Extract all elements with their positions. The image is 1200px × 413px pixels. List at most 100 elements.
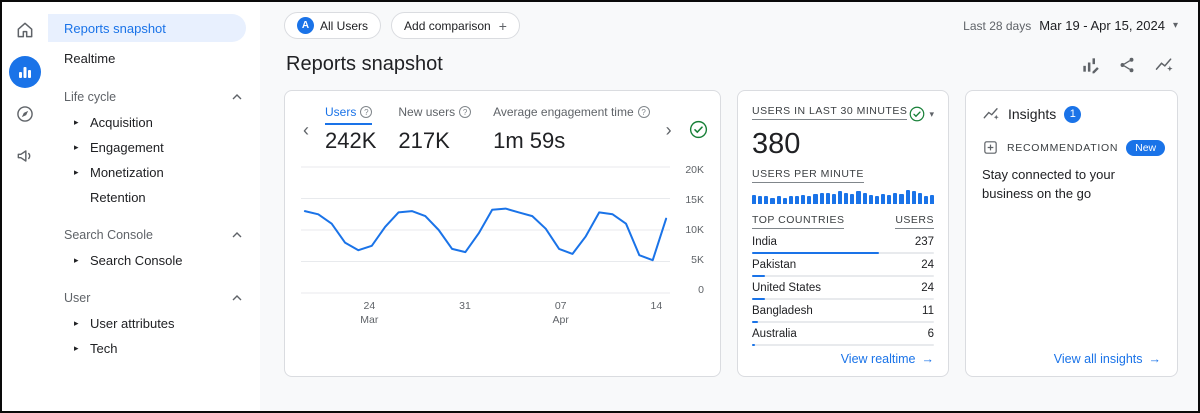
country-row-india[interactable]: India237: [752, 231, 934, 254]
plus-icon: +: [499, 18, 507, 34]
line-chart-plot[interactable]: [301, 164, 670, 296]
realtime-header: USERS IN LAST 30 MINUTES ▾: [752, 105, 934, 123]
expand-arrow-icon[interactable]: ▸: [74, 318, 79, 329]
users-per-minute-bar-chart[interactable]: [752, 190, 934, 204]
per-minute-bar: [887, 195, 891, 204]
users-line-chart: 20K15K10K5K0: [301, 164, 704, 296]
insights-spark-icon: [982, 105, 1000, 123]
metric-selector: ‹ Users ? 242K New users ?: [301, 105, 704, 154]
add-comparison-button[interactable]: Add comparison +: [391, 12, 520, 39]
recommendation-icon: [982, 139, 999, 156]
metric-value: 1m 59s: [493, 128, 650, 154]
data-quality-icon[interactable]: [688, 119, 709, 140]
sidebar-section-life-cycle[interactable]: Life cycle: [48, 78, 260, 110]
per-minute-bar: [764, 196, 768, 204]
date-range-value: Mar 19 - Apr 15, 2024: [1039, 18, 1165, 33]
countries-table-header: TOP COUNTRIES USERS: [752, 214, 934, 229]
per-minute-bar: [863, 193, 867, 204]
explore-icon[interactable]: [9, 98, 41, 130]
per-minute-bar: [801, 195, 805, 204]
sidebar-item-reports-snapshot[interactable]: Reports snapshot: [48, 14, 246, 42]
expand-arrow-icon[interactable]: ▸: [74, 343, 79, 354]
audience-chip-label: All Users: [320, 19, 368, 33]
metric-tab-users[interactable]: Users ? 242K: [325, 105, 376, 154]
check-circle-icon: [908, 105, 926, 123]
home-icon[interactable]: [9, 14, 41, 46]
overview-metrics-card: ‹ Users ? 242K New users ?: [284, 90, 721, 377]
sidebar-section-user[interactable]: User: [48, 279, 260, 311]
sidebar-item-monetization[interactable]: ▸Monetization: [48, 160, 260, 185]
sidebar-top-items: Reports snapshotRealtime: [48, 14, 260, 72]
realtime-status-dropdown[interactable]: ▾: [908, 105, 934, 123]
view-all-insights-link[interactable]: View all insights →: [1054, 352, 1161, 366]
expand-arrow-icon[interactable]: ▸: [74, 117, 79, 128]
country-row-united-states[interactable]: United States24: [752, 277, 934, 300]
recommendation-label: RECOMMENDATION: [1007, 142, 1118, 154]
expand-arrow-icon[interactable]: ▸: [74, 142, 79, 153]
section-label: User: [64, 291, 90, 305]
sidebar-item-acquisition[interactable]: ▸Acquisition: [48, 110, 260, 135]
caret-down-icon: ▾: [929, 109, 934, 120]
metric-label: New users: [398, 105, 455, 119]
info-icon: ?: [638, 106, 650, 118]
sidebar-item-search-console[interactable]: ▸Search Console: [48, 248, 260, 273]
recommendation-row[interactable]: RECOMMENDATION New: [982, 139, 1161, 156]
reports-icon[interactable]: [9, 56, 41, 88]
audience-chip[interactable]: A All Users: [284, 12, 381, 39]
per-minute-bar: [924, 196, 928, 204]
y-tick-label: 20K: [685, 164, 704, 176]
sidebar-item-engagement[interactable]: ▸Engagement: [48, 135, 260, 160]
country-name: Bangladesh: [752, 305, 813, 317]
insights-icon[interactable]: [1154, 55, 1174, 75]
insights-title: Insights: [1008, 106, 1056, 122]
realtime-title: USERS IN LAST 30 MINUTES: [752, 105, 907, 120]
sidebar-sections: Life cycle▸Acquisition▸Engagement▸Moneti…: [48, 78, 260, 361]
comparison-bar: A All Users Add comparison + Last 28 day…: [260, 2, 1198, 41]
per-minute-bar: [807, 196, 811, 204]
expand-arrow-icon[interactable]: ▸: [74, 255, 79, 266]
customize-report-icon[interactable]: [1080, 55, 1100, 75]
per-minute-bar: [918, 193, 922, 204]
sidebar-item-user-attributes[interactable]: ▸User attributes: [48, 311, 260, 336]
date-range-picker[interactable]: Last 28 days Mar 19 - Apr 15, 2024 ▾: [963, 18, 1178, 33]
insight-message[interactable]: Stay connected to your business on the g…: [982, 166, 1161, 204]
x-tick-label: 24Mar: [360, 300, 378, 327]
metric-tab-avg-engagement-time[interactable]: Average engagement time ? 1m 59s: [493, 105, 650, 154]
date-range-preset: Last 28 days: [963, 19, 1031, 33]
expand-arrow-icon[interactable]: ▸: [74, 167, 79, 178]
country-name: Australia: [752, 328, 797, 340]
per-minute-bar: [838, 191, 842, 204]
per-minute-bar: [813, 194, 817, 204]
add-comparison-label: Add comparison: [404, 19, 491, 33]
share-icon[interactable]: [1118, 56, 1136, 74]
sidebar-item-retention[interactable]: Retention: [48, 185, 260, 210]
metric-tabs: Users ? 242K New users ? 217K: [325, 105, 650, 154]
per-minute-bar: [856, 191, 860, 204]
y-tick-label: 15K: [685, 194, 704, 206]
y-tick-label: 5K: [691, 254, 704, 266]
per-minute-bar: [875, 196, 879, 204]
country-row-pakistan[interactable]: Pakistan24: [752, 254, 934, 277]
metric-tab-new-users[interactable]: New users ? 217K: [398, 105, 471, 154]
sidebar-item-realtime[interactable]: Realtime: [48, 44, 246, 72]
metrics-next-icon[interactable]: ›: [664, 119, 674, 141]
per-minute-bar: [826, 193, 830, 204]
country-row-australia[interactable]: Australia6: [752, 323, 934, 346]
x-tick-label: 31: [459, 300, 471, 314]
advertising-icon[interactable]: [9, 140, 41, 172]
country-row-bangladesh[interactable]: Bangladesh11: [752, 300, 934, 323]
arrow-right-icon: →: [922, 352, 935, 366]
cards-row: ‹ Users ? 242K New users ?: [260, 82, 1198, 377]
countries-table-rows: India237Pakistan24United States24Banglad…: [752, 231, 934, 346]
section-label: Search Console: [64, 228, 153, 242]
sidebar-section-search-console[interactable]: Search Console: [48, 216, 260, 248]
per-minute-bar: [777, 196, 781, 204]
per-minute-bar: [820, 193, 824, 204]
chevron-up-icon: [232, 232, 242, 238]
country-users: 24: [921, 259, 934, 271]
report-nav-sidebar: Reports snapshotRealtime Life cycle▸Acqu…: [48, 2, 260, 411]
metrics-prev-icon[interactable]: ‹: [301, 119, 311, 141]
view-realtime-link[interactable]: View realtime →: [841, 352, 934, 366]
per-minute-bar: [832, 194, 836, 204]
sidebar-item-tech[interactable]: ▸Tech: [48, 336, 260, 361]
